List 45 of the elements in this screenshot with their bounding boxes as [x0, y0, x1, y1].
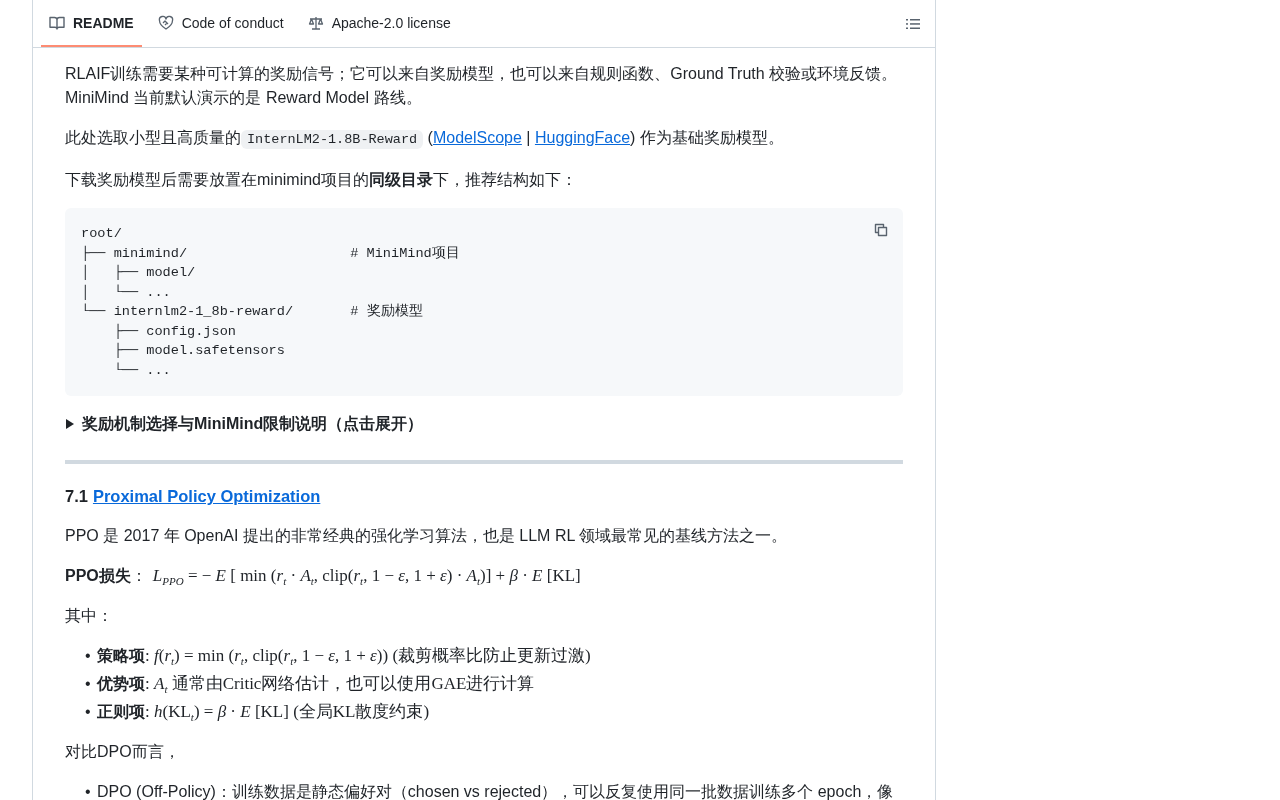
heart-icon [157, 14, 174, 31]
formula: L$_{PPO}$ = − E [ min (r$_{t}$ · A$_{t}$, clip(r$_{t}$, 1 − ε, 1 + ε) · A$_{t}$)] + β · E [KL] [152, 565, 581, 588]
paragraph-text: | [525, 129, 532, 146]
code-line: └── ... [112, 361, 171, 380]
scale-icon [307, 14, 324, 31]
code-line: └── internlm2-1_8b-reward/ # 奖励模型 [81, 302, 423, 321]
paragraph: 对比DPO而言， [65, 742, 181, 762]
tab[interactable]: Code of conduct [149, 0, 292, 47]
paragraph-text: ) 作为基础奖励模型。 [630, 129, 784, 146]
paragraph: 其中： [65, 606, 114, 626]
bullet: • [85, 646, 92, 666]
section-number: 7.1 [65, 486, 88, 507]
paragraph-text: 此处选取小型且高质量的 [65, 129, 241, 146]
formula-label: PPO损失 [65, 566, 131, 586]
list-text: : f(r$_{t}$) = min (r$_{t}$, clip(r$_{t}$, 1 − ε, 1 + ε)) (裁剪概率比防止更新过激) [145, 645, 591, 668]
code-line: root/ [81, 225, 122, 243]
term: 优势项 [97, 674, 145, 694]
list-text: : A$_{t}$ 通常由Critic网络估计，也可以使用GAE进行计算 [145, 673, 535, 696]
colon: ： [130, 566, 147, 586]
term: 正则项 [97, 702, 145, 722]
paragraph: 下载奖励模型后需要放置在minimind项目的同级目录下，推荐结构如下： [65, 170, 578, 190]
code-line: ├── model.safetensors [112, 342, 285, 360]
link[interactable]: HuggingFace [534, 129, 631, 146]
heading-link[interactable]: Proximal Policy Optimization [92, 484, 321, 508]
tab[interactable]: README [41, 0, 142, 47]
book-icon [49, 14, 65, 31]
inline-code: InternLM2-1.8B-Reward [241, 130, 424, 149]
code-line: │ ├── model/ [81, 263, 196, 282]
list-text: DPO (Off-Policy)：训练数据是静态偏好对（chosen vs rejected），可以反复使用同一批数据训练多个 epoch，像 [97, 782, 894, 800]
code-line: ├── minimind/ # MiniMind项目 [81, 244, 460, 263]
list-text: : h(KL$_{t}$) = β · E [KL] (全局KL散度约束) [145, 701, 430, 724]
paragraph: PPO 是 2017 年 OpenAI 提出的非常经典的强化学习算法，也是 LLM RL 领域最常见的基线方法之一。 [65, 526, 789, 546]
tab[interactable]: Apache-2.0 license [299, 0, 459, 47]
bullet: • [85, 702, 92, 722]
bullet: • [85, 674, 92, 694]
code-line: │ └── ... [81, 283, 171, 302]
triangle-icon [65, 419, 75, 429]
bullet: • [85, 782, 92, 800]
paragraph-text: ( [426, 129, 433, 146]
term: 策略项 [97, 646, 145, 666]
code-line: ├── config.json [112, 322, 236, 341]
paragraph: RLAIF训练需要某种可计算的奖励信号；它可以来自奖励模型，也可以来自规则函数、Ground Truth 校验或环境反馈。MiniMind 当前默认演示的是 Reward Model 路线。 [65, 64, 899, 108]
copy-icon [873, 222, 889, 238]
link[interactable]: ModelScope [432, 129, 522, 146]
details-toggle[interactable]: 奖励机制选择与MiniMind限制说明（点击展开） [65, 412, 424, 436]
